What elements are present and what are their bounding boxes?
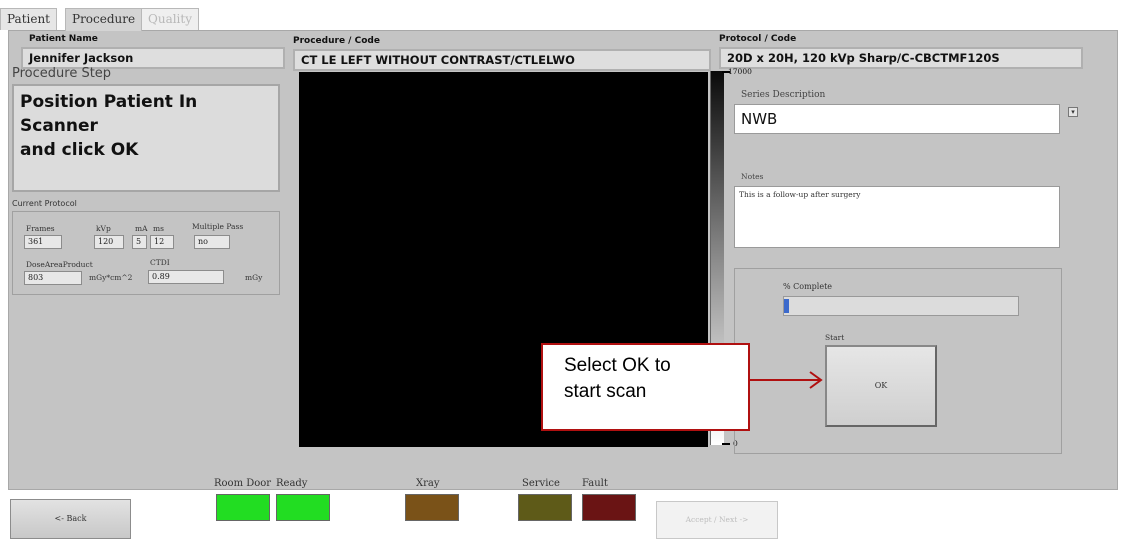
procedure-step-label: Procedure Step <box>12 66 112 81</box>
kvp-label: kVp <box>96 224 111 233</box>
ctdi-field: 0.89 <box>148 270 224 284</box>
kvp-field: 120 <box>94 235 124 249</box>
series-dropdown-icon[interactable]: ▾ <box>1068 107 1078 117</box>
multipass-field: no <box>194 235 230 249</box>
tab-quality: Quality <box>141 8 199 30</box>
frames-field: 361 <box>24 235 62 249</box>
multipass-label: Multiple Pass <box>192 222 244 231</box>
ctdi-label: CTDI <box>150 258 170 267</box>
percent-complete-label: % Complete <box>783 282 833 291</box>
notes-field[interactable]: This is a follow-up after surgery <box>734 186 1060 248</box>
callout-line2: start scan <box>564 381 647 402</box>
back-button[interactable]: <- Back <box>10 499 131 539</box>
grayscale-max-label: 17000 <box>728 67 752 76</box>
ms-label: ms <box>153 224 164 233</box>
tab-procedure[interactable]: Procedure <box>65 8 143 31</box>
series-description-label: Series Description <box>741 90 826 100</box>
series-description-field[interactable]: NWB <box>734 104 1060 134</box>
ready-label: Ready <box>276 478 308 489</box>
progress-bar <box>783 296 1019 316</box>
tab-patient[interactable]: Patient <box>0 8 58 30</box>
callout-arrow-icon <box>748 371 823 389</box>
xray-indicator <box>405 494 459 521</box>
ma-label: mA <box>135 224 148 233</box>
fault-label: Fault <box>582 478 608 489</box>
ms-field: 12 <box>150 235 174 249</box>
procedure-step-box: Position Patient In Scanner and click OK <box>12 84 280 192</box>
service-label: Service <box>522 478 560 489</box>
protocol-code-field: 20D x 20H, 120 kVp Sharp/C-CBCTMF120S <box>719 47 1083 69</box>
protocol-code-label: Protocol / Code <box>719 34 797 44</box>
dap-label: DoseAreaProduct <box>26 260 93 269</box>
room-door-indicator <box>216 494 270 521</box>
procedure-step-line2: and click OK <box>20 140 139 160</box>
grayscale-min-tick <box>722 443 730 445</box>
room-door-label: Room Door <box>214 478 272 489</box>
ready-indicator <box>276 494 330 521</box>
frames-label: Frames <box>26 224 55 233</box>
callout-box: Select OK to start scan <box>541 343 750 431</box>
ma-field: 5 <box>132 235 147 249</box>
ctdi-unit: mGy <box>245 273 263 282</box>
current-protocol-label: Current Protocol <box>12 199 77 208</box>
notes-label: Notes <box>741 172 764 181</box>
progress-bar-fill <box>784 299 789 313</box>
xray-label: Xray <box>416 478 440 489</box>
procedure-step-line1: Position Patient In Scanner <box>20 92 198 136</box>
fault-indicator <box>582 494 636 521</box>
start-label: Start <box>825 333 845 342</box>
dap-field: 803 <box>24 271 82 285</box>
service-indicator <box>518 494 572 521</box>
procedure-code-label: Procedure / Code <box>293 36 380 46</box>
patient-name-label: Patient Name <box>29 34 98 44</box>
procedure-code-field: CT LE LEFT WITHOUT CONTRAST/CTLELWO <box>293 49 711 71</box>
accept-next-button: Accept / Next -> <box>656 501 778 539</box>
dap-unit: mGy*cm^2 <box>89 273 133 282</box>
callout-line1: Select OK to <box>564 355 671 376</box>
ok-button[interactable]: OK <box>825 345 937 427</box>
